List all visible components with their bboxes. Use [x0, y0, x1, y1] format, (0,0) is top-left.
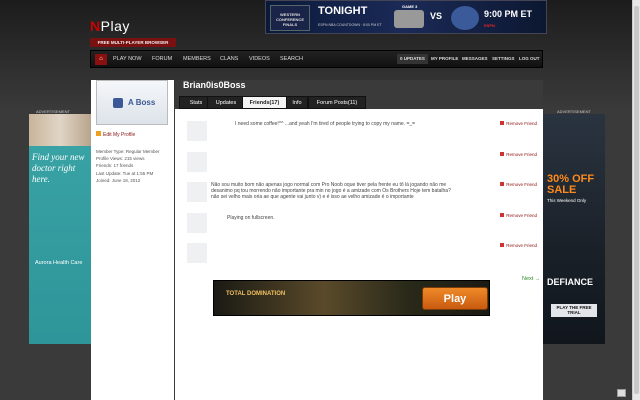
nav-members[interactable]: MEMBERS [183, 51, 211, 67]
profile-sidebar: A Boss Edit My Profile Member Type: Regu… [91, 80, 174, 400]
stat-member-type: Member Type: Regular Member [96, 149, 160, 154]
nav-videos[interactable]: VIDEOS [249, 51, 270, 67]
nav-search[interactable]: SEARCH [280, 51, 303, 67]
remove-icon [500, 213, 505, 217]
remove-friend-button[interactable]: Remove Friend [500, 213, 537, 218]
team-logo-grizzlies [451, 6, 479, 30]
left-ad[interactable]: Find your new doctor right here. Aurora … [29, 114, 91, 344]
nav-messages[interactable]: MESSAGES [462, 51, 488, 67]
tab-info[interactable]: Info [286, 96, 308, 109]
profile-username: Brian0is0Boss [183, 80, 246, 90]
ad-right-sale: 30% OFF SALE [547, 173, 595, 196]
nav-clans[interactable]: CLANS [220, 51, 238, 67]
vertical-scrollbar[interactable] [632, 0, 640, 400]
ad-right-cta[interactable]: PLAY THE FREE TRIAL [551, 304, 597, 317]
team-logo-spurs [394, 10, 424, 28]
remove-friend-button[interactable]: Remove Friend [500, 152, 537, 157]
ad-right-title: DEFIANCE [547, 277, 594, 287]
friend-avatar[interactable] [187, 152, 207, 172]
pencil-icon [96, 131, 101, 136]
list-item: Remove Friend [187, 152, 537, 174]
friend-message: Playing on fullscreen. [227, 215, 275, 221]
banner-time: 9:00 PM ET [484, 9, 533, 19]
remove-icon [500, 152, 505, 156]
updates-badge[interactable]: 0 UPDATES [397, 54, 428, 64]
next-page-link[interactable]: Next → [522, 276, 540, 282]
friend-avatar[interactable] [187, 182, 207, 202]
edit-profile-link[interactable]: Edit My Profile [96, 131, 135, 138]
remove-icon [500, 243, 505, 247]
profile-main: Brian0is0Boss Stats Updates Friends(17) … [175, 80, 543, 400]
ad-right-sub: This Weekend Only [547, 198, 587, 203]
avatar-label: A Boss [128, 98, 156, 107]
right-ad[interactable]: 30% OFF SALE This Weekend Only DEFIANCE … [543, 114, 605, 344]
banner-tonight: TONIGHT [318, 5, 368, 17]
nav-my-profile[interactable]: MY PROFILE [431, 51, 458, 67]
tab-updates[interactable]: Updates [207, 96, 245, 109]
ad-left-headline: Find your new doctor right here. [32, 152, 85, 184]
tab-forum-posts[interactable]: Forum Posts(11) [308, 96, 366, 109]
remove-friend-button[interactable]: Remove Friend [500, 182, 537, 187]
list-item: I need some coffee!^^ ...and yeah I'm ti… [187, 121, 537, 143]
friend-avatar[interactable] [187, 213, 207, 233]
stat-joined: Joined: June 18, 2012 [96, 177, 141, 183]
profile-stats: Member Type: Regular Member Profile View… [96, 148, 159, 184]
scrollbar-thumb[interactable] [634, 6, 639, 394]
friend-avatar[interactable] [187, 121, 207, 141]
thumbs-up-icon [113, 98, 123, 108]
game-ad-title: TOTAL DOMINATION [226, 291, 286, 297]
site-logo[interactable]: NPlay [90, 18, 130, 34]
home-icon[interactable]: ⌂ [95, 54, 107, 65]
stat-last-update: Last Update: Tue at 1:55 PM [96, 170, 154, 176]
nav-forum[interactable]: FORUM [152, 51, 172, 67]
banner-conference-logo: WESTERN CONFERENCE FINALS [270, 5, 310, 31]
remove-icon [500, 121, 505, 125]
status-icon [617, 389, 626, 397]
banner-countdown: ESPN NBA COUNTDOWN · 8:00 PM ET [318, 23, 382, 27]
banner-network: ESPN [484, 23, 495, 28]
stat-profile-views: Profile Views: 215 views [96, 156, 145, 162]
nav-settings[interactable]: SETTINGS [492, 51, 515, 67]
remove-friend-button[interactable]: Remove Friend [500, 243, 537, 248]
list-item: Playing on fullscreen. Remove Friend [187, 213, 537, 235]
game-ad-banner[interactable]: TOTAL DOMINATION Play [213, 280, 490, 316]
ad-left-brand: Aurora Health Care [35, 260, 83, 266]
game-ad-play-button[interactable]: Play [422, 287, 488, 310]
banner-vs: VS [430, 11, 443, 21]
tab-friends[interactable]: Friends(17) [242, 96, 287, 109]
ad-doctor-photos [29, 114, 91, 146]
remove-icon [500, 182, 505, 186]
nav-play-now[interactable]: PLAY NOW [113, 51, 142, 67]
friends-panel: I need some coffee!^^ ...and yeah I'm ti… [175, 109, 543, 400]
list-item: Não sou muito bom não apenas jogo normal… [187, 182, 537, 212]
nav-log-out[interactable]: LOG OUT [519, 51, 540, 67]
list-item: Remove Friend [187, 243, 537, 265]
stat-friends: Friends: 17 friends [96, 163, 134, 169]
site-tagline: FREE MULTI-PLAYER BROWSER GAMES [90, 38, 176, 54]
friend-message: I need some coffee!^^ ...and yeah I'm ti… [235, 121, 416, 127]
main-navbar: ⌂ PLAY NOW FORUM MEMBERS CLANS VIDEOS SE… [90, 50, 543, 68]
friend-message: Não sou muito bom não apenas jogo normal… [211, 182, 451, 200]
remove-friend-button[interactable]: Remove Friend [500, 121, 537, 126]
banner-game-number: GAME 3 [402, 4, 418, 9]
avatar: A Boss [96, 80, 168, 125]
header-banner-ad[interactable]: WESTERN CONFERENCE FINALS TONIGHT ESPN N… [265, 0, 547, 34]
friend-avatar[interactable] [187, 243, 207, 263]
